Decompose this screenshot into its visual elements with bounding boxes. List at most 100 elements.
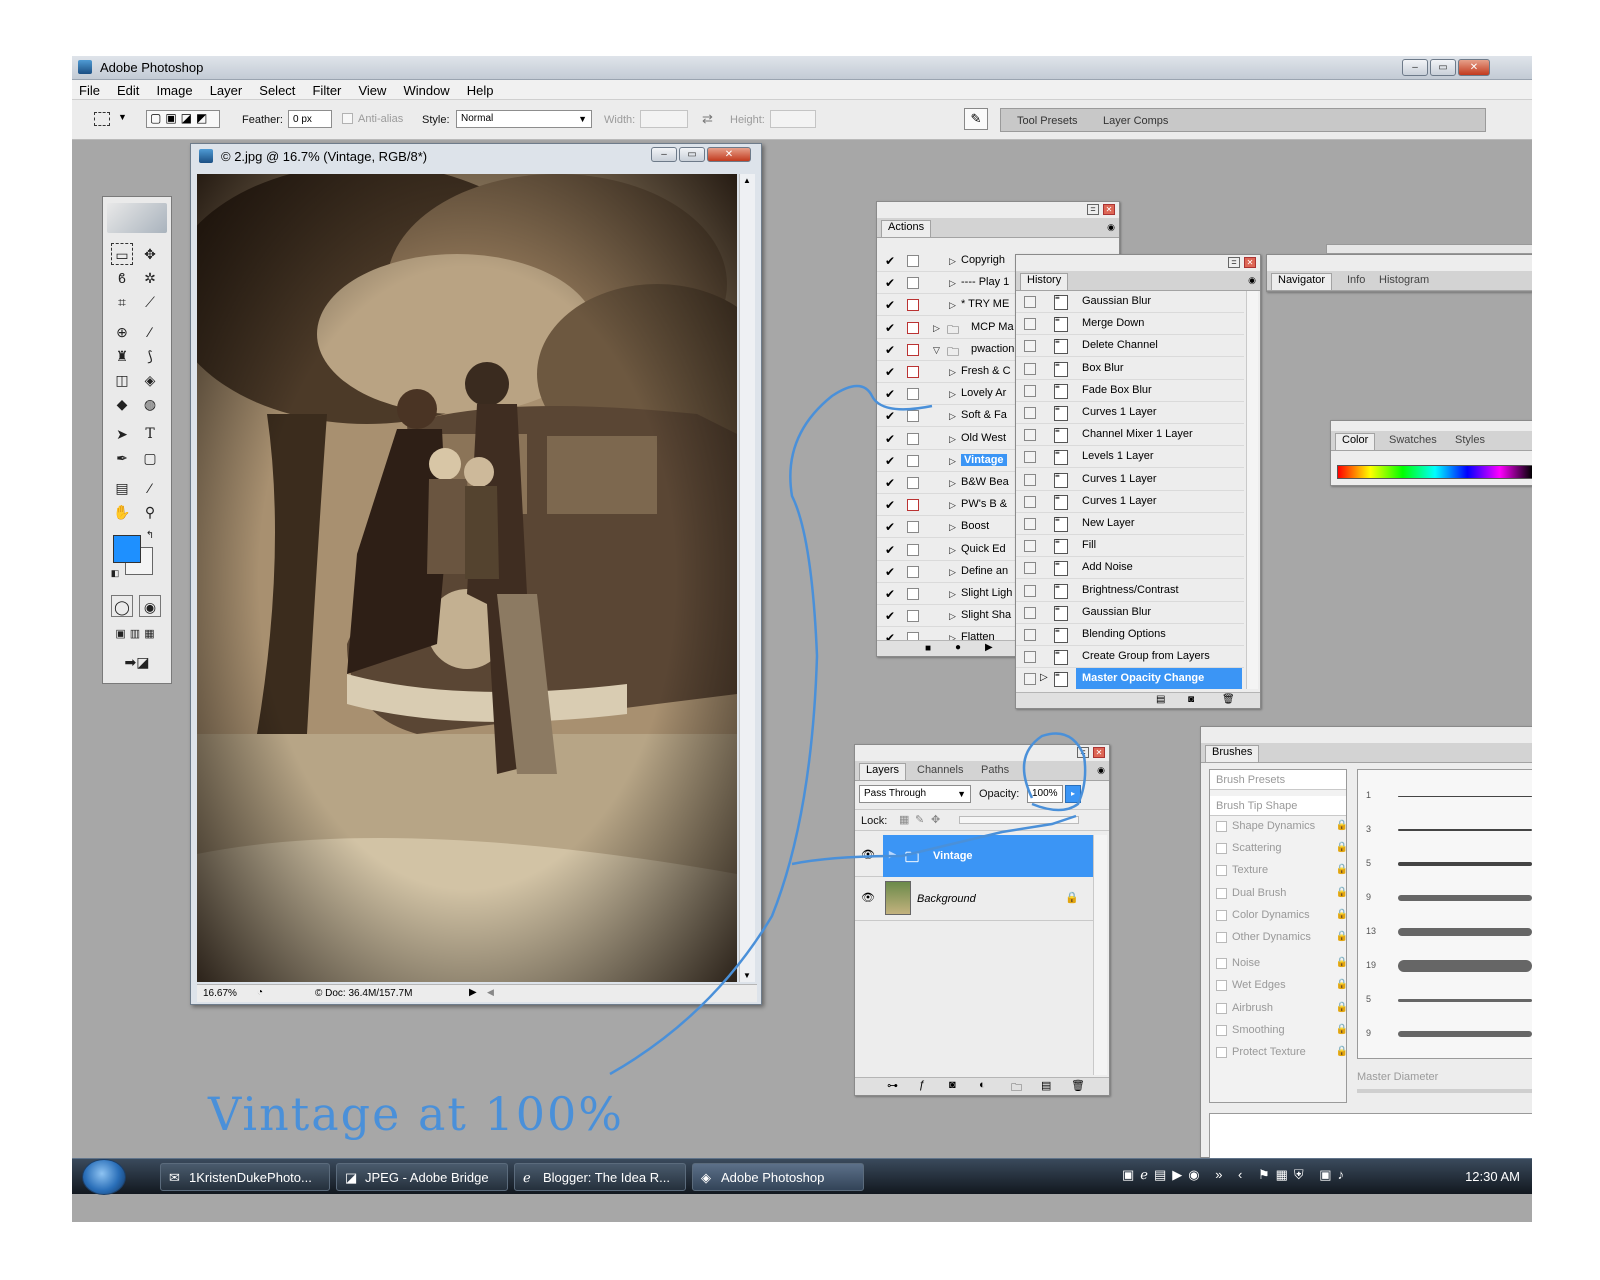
source-checkbox-icon[interactable] <box>1024 651 1036 664</box>
tab-layer-comps[interactable]: Layer Comps <box>1103 115 1168 127</box>
expand-triangle-icon[interactable]: ▷ <box>949 500 956 511</box>
check-icon[interactable]: ✔ <box>883 454 897 468</box>
brush-tip-shape-item[interactable]: Brush Tip Shape <box>1210 796 1346 816</box>
dialog-toggle-icon[interactable] <box>907 477 919 489</box>
brush-option-checkbox[interactable] <box>1216 958 1227 970</box>
dialog-toggle-icon[interactable] <box>907 610 919 623</box>
doc-minimize-button[interactable]: – <box>651 147 677 162</box>
check-icon[interactable]: ✔ <box>883 476 897 490</box>
history-row[interactable]: ≡ Merge Down <box>1016 313 1244 336</box>
source-checkbox-icon[interactable] <box>1024 629 1036 641</box>
action-row[interactable]: ✔ ▷ Old West <box>877 428 1017 450</box>
panel-close-icon[interactable]: ✕ <box>1244 257 1256 268</box>
history-row[interactable]: ≡ Create Group from Layers <box>1016 646 1244 669</box>
panel-menu-icon[interactable]: ◉ <box>1248 275 1256 286</box>
expand-triangle-icon[interactable]: ▷ <box>949 478 956 489</box>
check-icon[interactable]: ✔ <box>883 321 897 335</box>
history-row[interactable]: ≡ Curves 1 Layer <box>1016 491 1244 513</box>
brush-option-checkbox[interactable] <box>1216 887 1227 899</box>
dialog-toggle-icon[interactable] <box>907 366 919 378</box>
marquee-tool-icon[interactable]: ▭ <box>111 243 133 265</box>
action-row[interactable]: ✔ ▷ Flatten <box>877 627 1017 640</box>
tab-actions[interactable]: Actions <box>881 220 932 237</box>
expand-triangle-icon[interactable]: ▷ <box>949 278 956 289</box>
brush-stroke-sample[interactable] <box>1398 795 1532 797</box>
tab-navigator[interactable]: Navigator <box>1271 273 1333 290</box>
dialog-toggle-icon[interactable] <box>907 321 919 334</box>
brush-option-row[interactable]: Airbrush 🔒 <box>1216 1000 1350 1020</box>
brush-stroke-sample[interactable] <box>1398 1031 1532 1037</box>
action-row[interactable]: ✔ ▷ * TRY ME <box>877 294 1017 317</box>
taskbar-clock[interactable]: 12:30 AM <box>1465 1169 1520 1184</box>
check-icon[interactable]: ✔ <box>883 387 897 401</box>
selection-mode-icons[interactable]: ▢▣◪◩ <box>146 110 220 128</box>
standard-mode-icon[interactable]: ◯ <box>111 595 133 617</box>
source-checkbox-icon[interactable] <box>1024 429 1036 442</box>
lock-icon[interactable]: 🔒 <box>1336 842 1348 853</box>
dialog-toggle-icon[interactable] <box>907 454 919 467</box>
type-tool-icon[interactable]: T <box>139 423 161 445</box>
history-row[interactable]: ≡ Gaussian Blur <box>1016 291 1244 313</box>
brush-option-checkbox[interactable] <box>1216 865 1227 877</box>
menu-select[interactable]: Select <box>252 80 302 98</box>
action-row[interactable]: ✔ ▽ 🗀 pwaction <box>877 339 1017 361</box>
tab-history[interactable]: History <box>1020 273 1069 290</box>
source-checkbox-icon[interactable] <box>1024 451 1036 464</box>
color-spectrum-bar[interactable] <box>1337 465 1532 479</box>
marquee-preset-icon[interactable] <box>94 112 110 126</box>
source-checkbox-icon[interactable] <box>1024 606 1036 619</box>
clone-stamp-icon[interactable]: ♜ <box>111 345 133 367</box>
brush-option-row[interactable]: Scattering 🔒 <box>1216 840 1350 860</box>
source-checkbox-icon[interactable] <box>1024 340 1036 353</box>
eraser-tool-icon[interactable]: ◫ <box>111 369 133 391</box>
scroll-down-icon[interactable]: ▼ <box>743 971 751 980</box>
lock-icon[interactable]: 🔒 <box>1336 957 1348 968</box>
brush-option-row[interactable]: Noise 🔒 <box>1216 955 1350 975</box>
height-input[interactable] <box>770 110 816 128</box>
palette-well-icon[interactable]: ✎ <box>964 108 988 130</box>
doc-maximize-button[interactable]: ▭ <box>679 147 705 162</box>
brush-option-row[interactable]: Dual Brush 🔒 <box>1216 885 1350 905</box>
menu-help[interactable]: Help <box>460 80 501 98</box>
opacity-slider-arrow-icon[interactable]: ▸ <box>1065 785 1081 803</box>
action-row[interactable]: ✔ ▷ Boost <box>877 516 1017 539</box>
menu-window[interactable]: Window <box>396 80 456 98</box>
dialog-toggle-icon[interactable] <box>907 565 919 578</box>
lock-position-icon[interactable]: ✥ <box>931 813 940 826</box>
screen-mode-icon[interactable]: ▣▥▦ <box>111 623 163 645</box>
trash-icon[interactable]: 🗑 <box>1071 1079 1085 1092</box>
expand-triangle-icon[interactable]: ▷ <box>949 567 956 578</box>
check-icon[interactable]: ✔ <box>883 276 897 290</box>
brush-option-row[interactable]: Smoothing 🔒 <box>1216 1022 1350 1042</box>
action-row[interactable]: ✔ ▷ Lovely Ar <box>877 383 1017 406</box>
source-checkbox-icon[interactable] <box>1024 318 1036 331</box>
menu-edit[interactable]: Edit <box>110 80 146 98</box>
source-checkbox-icon[interactable] <box>1024 495 1036 508</box>
brush-option-row[interactable]: Color Dynamics 🔒 <box>1216 907 1350 927</box>
magic-wand-icon[interactable]: ✲ <box>139 267 161 289</box>
panel-menu-icon[interactable]: ◉ <box>1107 222 1115 233</box>
minimize-button[interactable]: – <box>1402 59 1428 76</box>
new-group-icon[interactable]: 🗀 <box>1011 1079 1022 1098</box>
lock-transparent-icon[interactable]: ▦ <box>899 813 909 826</box>
dialog-toggle-icon[interactable] <box>907 410 919 423</box>
new-document-icon[interactable]: ▤ <box>1156 694 1165 705</box>
action-row[interactable]: ✔ ▷ ---- Play 1 <box>877 272 1017 295</box>
tab-styles[interactable]: Styles <box>1455 434 1485 446</box>
source-checkbox-icon[interactable] <box>1024 384 1036 397</box>
lock-icon[interactable]: 🔒 <box>1336 979 1348 990</box>
history-row[interactable]: ≡ Blending Options <box>1016 624 1244 646</box>
tab-info[interactable]: Info <box>1347 274 1365 286</box>
check-icon[interactable]: ✔ <box>883 543 897 557</box>
brush-option-checkbox[interactable] <box>1216 821 1227 832</box>
expand-triangle-icon[interactable]: ▷ <box>949 389 956 400</box>
expand-triangle-icon[interactable]: ▷ <box>949 589 956 600</box>
brush-stroke-sample[interactable] <box>1398 829 1532 831</box>
blend-mode-select[interactable]: Pass Through ▼ <box>859 785 971 803</box>
expand-triangle-icon[interactable]: ▷ <box>949 522 956 533</box>
snapshot-icon[interactable]: ◙ <box>1188 694 1194 705</box>
style-select[interactable]: Normal ▼ <box>456 110 592 128</box>
taskbar-item-email[interactable]: ✉ 1KristenDukePhoto... <box>160 1163 330 1191</box>
opacity-input[interactable]: 100% <box>1027 785 1063 803</box>
action-row[interactable]: ✔ ▷ Soft & Fa <box>877 405 1017 428</box>
